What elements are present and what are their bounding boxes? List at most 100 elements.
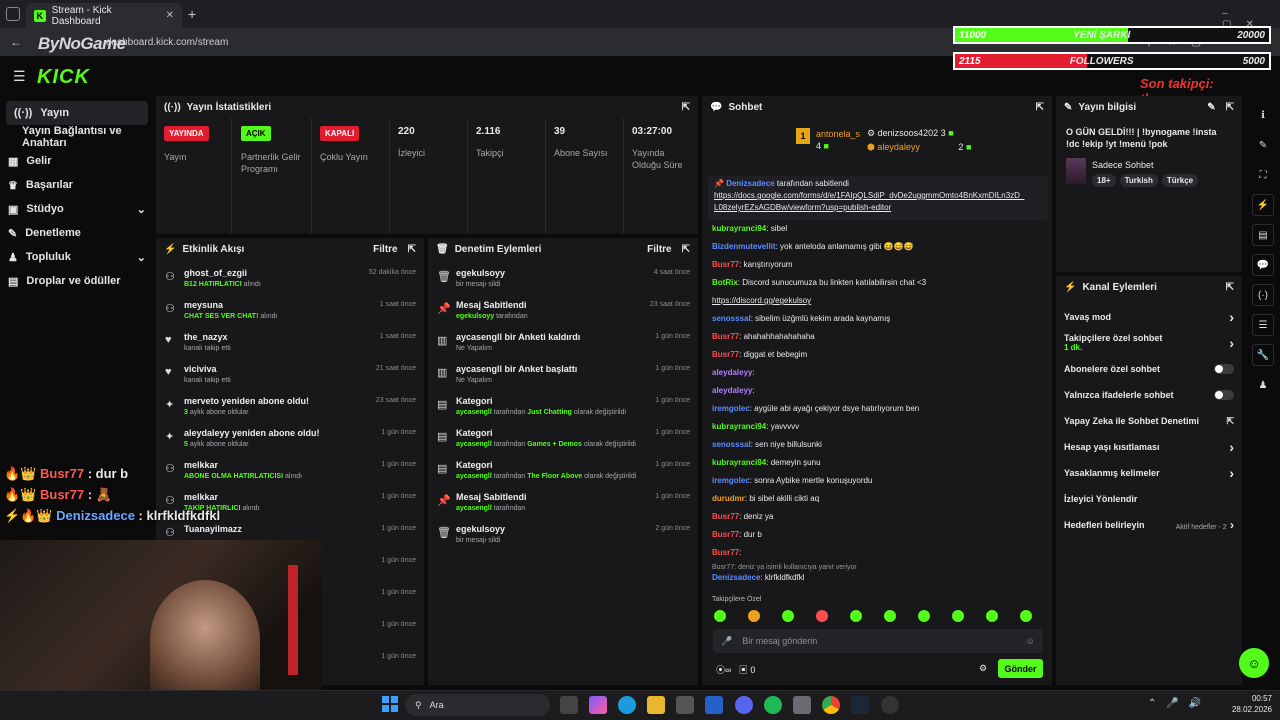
obs-icon[interactable] [881, 696, 899, 714]
emote-icon[interactable] [816, 610, 828, 622]
menu-icon[interactable]: ☰ [13, 68, 26, 85]
chat-username[interactable]: BotRix [712, 278, 738, 287]
toggle-switch[interactable] [1214, 364, 1234, 374]
edit-icon[interactable]: ✎ [1207, 102, 1215, 113]
emoji-icon[interactable]: ☺ [1026, 636, 1035, 646]
tag[interactable]: Türkçe [1161, 174, 1199, 187]
filter-button[interactable]: Filtre [373, 244, 397, 255]
new-tab-icon[interactable]: + [188, 6, 196, 22]
chat-username[interactable]: Busr77 [712, 332, 739, 341]
system-tray-icons[interactable]: ⌃🎤🔊 [1148, 698, 1211, 709]
channel-action-row[interactable]: Takipçilere özel sohbet 1 dk. › [1056, 330, 1242, 356]
channel-action-control[interactable]: Aktif hedefler - 2 › [1176, 518, 1234, 532]
channel-action-row[interactable]: Yasaklanmış kelimeler › [1056, 460, 1242, 486]
mod-action-row[interactable]: 🗑 egekulsoyy bir mesajı sildi 4 saat önce [428, 266, 698, 298]
emote-icon[interactable] [918, 610, 930, 622]
mail-icon[interactable] [705, 696, 723, 714]
chat-username[interactable]: aleydaleyy [712, 368, 752, 377]
browser-tab[interactable]: K Stream - Kick Dashboard ✕ [26, 3, 182, 28]
chat-username[interactable]: Denizsadece [712, 573, 760, 582]
channel-action-row[interactable]: Hedefleri belirleyin Aktif hedefler - 2 › [1056, 512, 1242, 538]
popout-icon[interactable]: ⇱ [1226, 102, 1234, 113]
popout-icon[interactable]: ⇱ [1036, 102, 1044, 113]
info-icon[interactable]: ℹ [1252, 104, 1274, 126]
category-name[interactable]: Sadece Sohbet [1092, 160, 1154, 170]
file-explorer-icon[interactable] [647, 696, 665, 714]
channel-action-row[interactable]: Yalnızca ifadelerle sohbet [1056, 382, 1242, 408]
emote-icon[interactable] [952, 610, 964, 622]
sidebar-item-stream[interactable]: ((·)) Yayın [6, 101, 148, 125]
sidebar-item-stream-key[interactable]: Yayın Bağlantısı ve Anahtarı [0, 125, 154, 149]
channel-action-row[interactable]: Abonelere özel sohbet [1056, 356, 1242, 382]
help-button[interactable]: ☺ [1239, 648, 1269, 678]
mod-action-row[interactable]: ▤ Kategori aycasengll tarafından Just Chat… [428, 394, 698, 426]
emote-icon[interactable] [748, 610, 760, 622]
mod-action-row[interactable]: 📌 Mesaj Sabitlendi egekulsoyy tarafından 23… [428, 298, 698, 330]
emote-icon[interactable] [850, 610, 862, 622]
send-button[interactable]: Gönder [998, 659, 1043, 678]
chat-username[interactable]: aleydaleyy [712, 386, 752, 395]
taskbar-clock[interactable]: 00:57 28.02.2026 [1228, 693, 1272, 715]
sidebar-item-revenue[interactable]: ▦ Gelir [0, 149, 154, 173]
tag[interactable]: Turkish [1119, 174, 1158, 187]
tab-close-icon[interactable]: ✕ [166, 10, 174, 21]
taskbar-search[interactable]: ⚲ Ara [405, 694, 550, 716]
emote-icon[interactable] [1020, 610, 1032, 622]
chat-username[interactable]: kubrayranci94 [712, 458, 766, 467]
mod-action-row[interactable]: ▤ Kategori aycasengll tarafından Games + D… [428, 426, 698, 458]
sidebar-item-community[interactable]: ♟ Topluluk ⌄ [0, 245, 154, 269]
community-icon[interactable]: ♟ [1252, 374, 1274, 396]
edit-icon[interactable]: ✎ [1252, 134, 1274, 156]
spotify-icon[interactable] [764, 696, 782, 714]
chat-username[interactable]: durudmr [712, 494, 745, 503]
channel-action-row[interactable]: Hesap yaşı kısıtlaması › [1056, 434, 1242, 460]
points-indicator[interactable]: ⦿∞ ▣ 0 [716, 663, 755, 676]
activity-row[interactable]: ♥ viciviva kanalı takip etti 21 saat önce [156, 362, 424, 394]
url-field[interactable]: dashboard.kick.com/stream [36, 32, 936, 52]
emote-icon[interactable] [782, 610, 794, 622]
popout-icon[interactable]: ⇱ [408, 244, 416, 255]
channel-action-row[interactable]: İzleyici Yönlendir [1056, 486, 1242, 512]
chat-icon[interactable]: 💬 [1252, 254, 1274, 276]
channel-action-row[interactable]: Yavaş mod › [1056, 304, 1242, 330]
mod-action-row[interactable]: 📌 Mesaj Sabitlendi aycasengll tarafından 1 … [428, 490, 698, 522]
chrome-icon[interactable] [822, 696, 840, 714]
chevron-right-icon[interactable]: › [1229, 465, 1234, 481]
popout-icon[interactable]: ⇱ [1226, 282, 1234, 293]
chat-username[interactable]: Busr77 [712, 512, 739, 521]
pinned-message[interactable]: 📌 Denizsadece tarafından sabitlendi http… [708, 176, 1048, 220]
tab-actions-icon[interactable] [6, 7, 20, 21]
sidebar-item-moderation[interactable]: ✎ Denetleme [0, 221, 154, 245]
discord-icon[interactable] [735, 696, 753, 714]
chat-username[interactable]: Busr77 [712, 548, 739, 557]
list-icon[interactable]: ☰ [1252, 314, 1274, 336]
activity-row[interactable]: ⚇ meysuna CHAT SES VER CHAT! alındı 1 saat … [156, 298, 424, 330]
kick-logo[interactable]: KICK [37, 66, 90, 89]
wrench-icon[interactable]: 🔧 [1252, 344, 1274, 366]
emote-icon[interactable] [884, 610, 896, 622]
store-icon[interactable] [676, 696, 694, 714]
chat-username[interactable]: Busr77 [712, 350, 739, 359]
sidebar-item-drops[interactable]: ▤ Droplar ve ödüller [0, 269, 154, 293]
chat-username[interactable]: iremgolec [712, 404, 750, 413]
chat-username[interactable]: kubrayranci94 [712, 422, 766, 431]
task-view-icon[interactable] [560, 696, 578, 714]
mod-action-row[interactable]: ▤ Kategori aycasengll tarafından The Floor… [428, 458, 698, 490]
emote-icon[interactable] [986, 610, 998, 622]
popout-icon[interactable]: ⇱ [682, 244, 690, 255]
mod-action-row[interactable]: 🗑 egekulsoyy bir mesajı sildi 2 gün önce [428, 522, 698, 554]
chevron-right-icon[interactable]: › [1229, 439, 1234, 455]
chat-username[interactable]: Bizdenmutevellit [712, 242, 776, 251]
steam-icon[interactable] [851, 696, 869, 714]
popout-icon[interactable]: ⇱ [682, 102, 690, 113]
chat-input[interactable]: 🎤 Bir mesaj gönderin ☺ [713, 629, 1043, 653]
back-icon[interactable]: ← [10, 35, 22, 49]
chat-username[interactable]: Busr77 [712, 260, 739, 269]
app-icon[interactable] [793, 696, 811, 714]
document-icon[interactable]: ▤ [1252, 224, 1274, 246]
windows-start-icon[interactable] [382, 696, 398, 712]
activity-row[interactable]: ⚇ ghost_of_ezgii B12 HATIRLATICI alındı 52 … [156, 266, 424, 298]
mod-action-row[interactable]: ▥ aycasengll bir Anket başlattı Ne Yapalım… [428, 362, 698, 394]
mic-icon[interactable]: 🎤 [721, 636, 732, 647]
external-link-icon[interactable]: ⇱ [1226, 416, 1234, 427]
